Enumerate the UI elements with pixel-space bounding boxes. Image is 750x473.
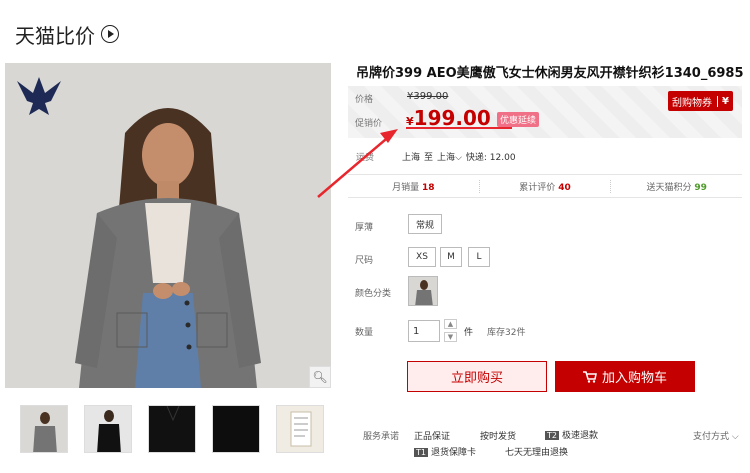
annotation-arrow-overlay [317, 127, 512, 198]
annotation-arrow-line [317, 133, 393, 198]
